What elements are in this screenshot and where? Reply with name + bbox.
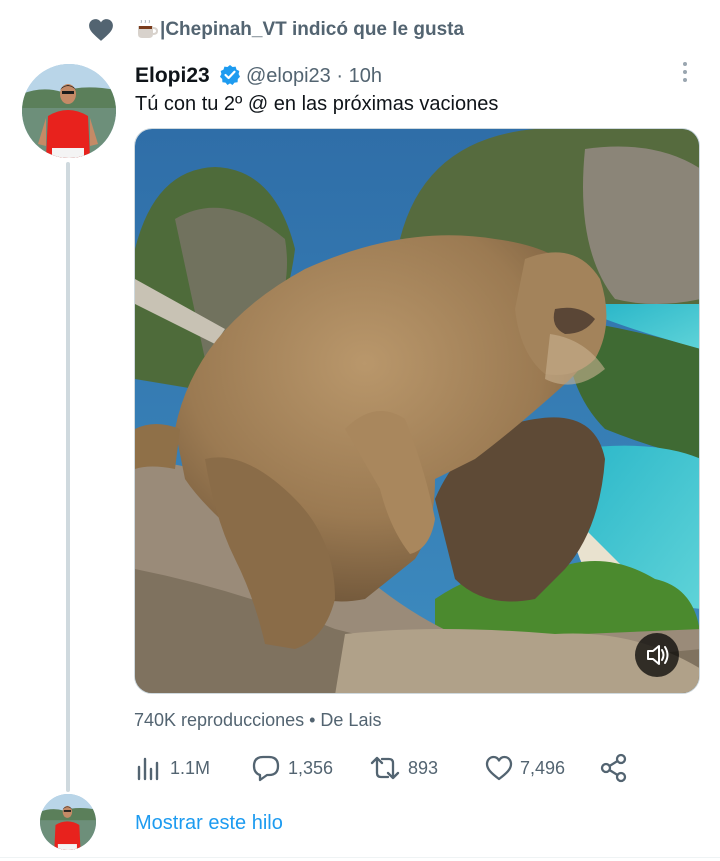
author-handle[interactable]: @elopi23 [246,65,331,87]
social-context-text[interactable]: |Chepinah_VT indicó que le gusta [160,19,464,41]
verified-badge-icon [220,65,240,85]
tweet-video[interactable] [134,128,700,694]
divider [0,857,720,858]
like-button[interactable]: 7,496 [484,751,565,785]
share-icon [600,753,627,783]
like-count: 7,496 [520,757,566,778]
show-thread-link[interactable]: Mostrar este hilo [135,812,283,835]
tweet-text: Tú con tu 2º @ en las próximas vaciones [135,93,499,115]
separator-dot: · [336,65,344,87]
views-icon [137,757,159,781]
reply-button[interactable]: 1,356 [250,751,333,785]
views-count: 1.1M [170,757,211,778]
thread-connector-line [66,162,70,792]
author-avatar[interactable] [22,64,116,158]
views-source-line: 740K reproducciones • De Lais [134,710,382,730]
heart-icon [89,19,113,41]
coffee-cup-emoji [138,20,158,38]
more-options-icon[interactable] [676,60,694,84]
author-handle-time[interactable]: @elopi23 · 10h [246,65,382,88]
volume-icon[interactable] [635,633,679,677]
like-icon [485,755,513,781]
author-name[interactable]: Elopi23 [135,64,210,88]
retweet-count: 893 [408,757,439,778]
retweet-button[interactable]: 893 [368,751,438,785]
views-button[interactable]: 1.1M [134,751,210,785]
share-button[interactable] [598,751,630,785]
tweet-time[interactable]: 10h [349,65,382,87]
reply-count: 1,356 [288,757,334,778]
thread-avatar[interactable] [40,794,96,850]
reply-icon [252,755,280,782]
video-frame [135,129,699,693]
retweet-icon [370,756,400,780]
